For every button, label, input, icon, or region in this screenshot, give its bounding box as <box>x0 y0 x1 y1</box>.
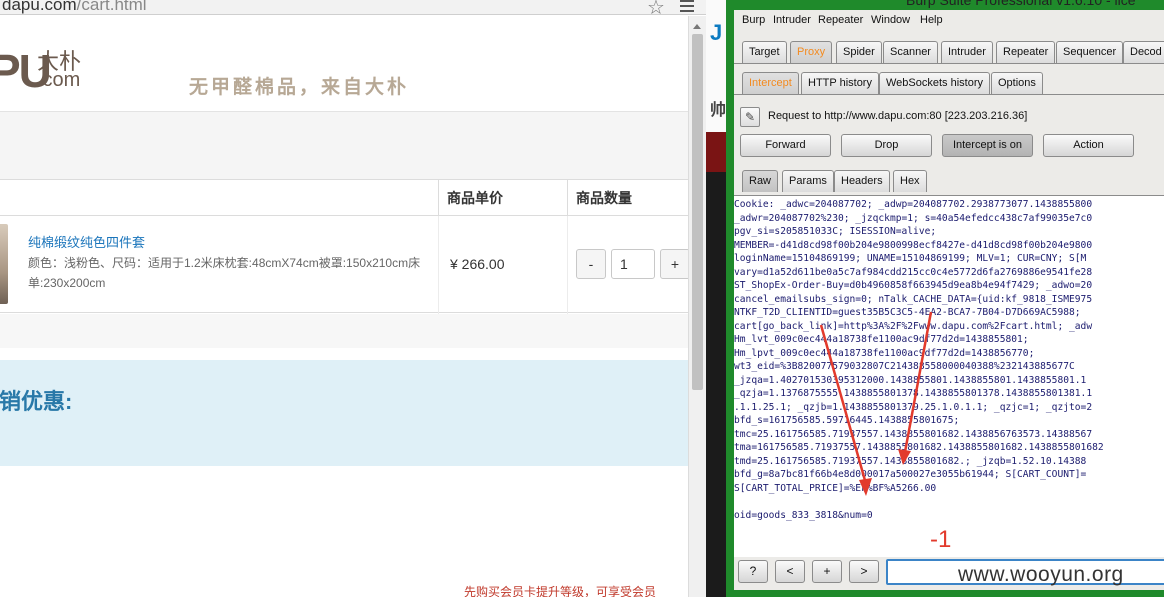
col-price-header: 商品单价 <box>447 190 503 206</box>
raw-line: cancel_emailsubs_sign=0; nTalk_CACHE_DAT… <box>734 293 1093 305</box>
tab-options[interactable]: Options <box>991 72 1043 94</box>
tab-underline <box>734 94 1164 95</box>
background-window-strip: J 帅 <box>706 0 726 597</box>
tab-decoder[interactable]: Decod <box>1123 41 1164 63</box>
address-url[interactable]: dapu.com/cart.html <box>2 0 147 15</box>
add-button[interactable]: + <box>812 560 842 583</box>
address-bar[interactable]: dapu.com/cart.html ☆ <box>0 0 706 19</box>
qty-increase-button[interactable]: + <box>660 249 688 279</box>
burp-window: Burp Suite Professional v1.6.10 - lice B… <box>726 0 1164 597</box>
tab-hex[interactable]: Hex <box>893 170 927 192</box>
raw-line: pgv_si=s205851033C; ISESSION=alive; <box>734 226 937 237</box>
product-name-link[interactable]: 纯棉缎纹纯色四件套 <box>28 232 145 251</box>
tab-intruder[interactable]: Intruder <box>941 41 993 63</box>
column-divider <box>567 216 568 314</box>
product-price: ¥ 266.00 <box>450 256 505 272</box>
raw-request-editor[interactable]: Cookie: _adwc=204087702; _adwp=204087702… <box>734 195 1164 557</box>
raw-line: _jzqa=1.402701530395312000.1438855801.14… <box>734 374 1087 386</box>
tab-websockets-history[interactable]: WebSockets history <box>879 72 991 94</box>
tab-intercept[interactable]: Intercept <box>742 72 799 94</box>
tab-proxy[interactable]: Proxy <box>790 41 833 63</box>
raw-line: Cookie: _adwc=204087702; _adwp=204087702… <box>734 199 1093 210</box>
address-host: dapu.com <box>2 0 77 14</box>
menu-intruder[interactable]: Intruder <box>773 14 811 26</box>
tab-spider[interactable]: Spider <box>836 41 882 63</box>
raw-line: vary=d1a52d611be0a5c7af984cdd215cc0c4e57… <box>734 266 1093 278</box>
column-divider <box>438 216 439 314</box>
action-button[interactable]: Action <box>1043 134 1134 157</box>
slogan: 无甲醛棉品，来自大朴 <box>189 77 410 98</box>
watermark-text: www.wooyun.org <box>958 563 1124 586</box>
promo-title: 销优惠: <box>0 389 73 414</box>
raw-line: S[CART_TOTAL_PRICE]=%EF%BF%A5266.00 <box>734 482 937 494</box>
background-cn: 帅 <box>710 102 727 119</box>
background-letter: J <box>710 20 723 45</box>
forward-button[interactable]: Forward <box>740 134 831 157</box>
qty-input[interactable]: 1 <box>611 249 655 279</box>
cart-table: 商品单价 商品数量 纯棉缎纹纯色四件套 颜色：浅粉色、尺码：适用于1.2米床枕套… <box>0 179 688 314</box>
help-button[interactable]: ? <box>738 560 768 583</box>
raw-line: Hm_lpvt_009c0ec444a18738fe1100ac9df77d2d… <box>734 347 1035 359</box>
promo-panel: 销优惠: <box>0 360 688 466</box>
menu-help[interactable]: Help <box>920 14 943 26</box>
raw-line: ST_ShopEx-Order-Buy=d0b4960858f663945d9e… <box>734 280 1093 291</box>
tab-repeater[interactable]: Repeater <box>996 41 1056 63</box>
raw-line: bfd_g=8a7bc81f66b4e8d000017a500027e3055b… <box>734 469 1087 480</box>
tab-sequencer[interactable]: Sequencer <box>1056 41 1124 63</box>
tab-http-history[interactable]: HTTP history <box>801 72 879 94</box>
next-button[interactable]: > <box>849 560 879 583</box>
burp-menubar: Burp Intruder Repeater Window Help <box>734 10 1164 32</box>
raw-line: NTKF_T2D_CLIENTID=guest35B5C3C5-4EA2-BCA… <box>734 307 1081 318</box>
burp-content: Burp Intruder Repeater Window Help Targe… <box>734 10 1164 590</box>
tab-target[interactable]: Target <box>742 41 787 63</box>
menu-burp[interactable]: Burp <box>742 14 765 26</box>
raw-line: tmc=25.161756585.71937557.1438855801682.… <box>734 428 1093 440</box>
request-target: Request to http://www.dapu.com:80 [223.2… <box>768 110 1028 122</box>
spacer-band <box>0 314 688 348</box>
page-scrollbar[interactable] <box>688 16 706 597</box>
col-qty-header: 商品数量 <box>576 190 632 206</box>
menu-repeater[interactable]: Repeater <box>818 14 863 26</box>
tab-headers[interactable]: Headers <box>834 170 890 192</box>
product-spec: 颜色：浅粉色、尺码：适用于1.2米床枕套:48cmX74cm被罩:150x210… <box>28 256 421 290</box>
scroll-up-icon[interactable] <box>693 24 701 29</box>
menu-window[interactable]: Window <box>871 14 910 26</box>
logo-com: .com <box>37 69 81 91</box>
burp-title: Burp Suite Professional v1.6.10 - lice <box>906 0 1136 8</box>
raw-line: MEMBER=-d41d8cd98f00b204e9800998ecf8427e… <box>734 239 1093 251</box>
web-page: PU 大朴 .com 无甲醛棉品，来自大朴 商品单价 商品数量 纯棉缎纹纯色四件… <box>0 16 688 597</box>
member-note[interactable]: 先购买会员卡提升等级，可享受会员 <box>464 583 656 597</box>
edit-pencil-icon[interactable]: ✎ <box>740 107 760 127</box>
tab-underline <box>734 63 1164 64</box>
raw-line: loginName=15104869199; UNAME=15104869199… <box>734 253 1087 264</box>
raw-line: bfd_s=161756585.59716445.1438855801675; <box>734 415 960 426</box>
intercept-toggle-button[interactable]: Intercept is on <box>942 134 1033 157</box>
raw-line: Hm_lvt_009c0ec444a18738fe1100ac9df77d2d=… <box>734 334 1029 345</box>
hamburger-menu-icon[interactable] <box>680 0 694 15</box>
raw-line: cart[go_back_link]=http%3A%2F%2Fwww.dapu… <box>734 320 1093 332</box>
drop-button[interactable]: Drop <box>841 134 932 157</box>
address-path: /cart.html <box>76 0 147 14</box>
qty-decrease-button[interactable]: - <box>576 249 606 279</box>
tab-scanner[interactable]: Scanner <box>883 41 938 63</box>
raw-line: .1.1.25.1; _qzjb=1.1438855801379.25.1.0.… <box>734 401 1093 413</box>
raw-line: wt3_eid=%3B820077579032807C2143885580000… <box>734 361 1075 372</box>
raw-line: tma=161756585.71937557.1438855801682.143… <box>734 442 1104 453</box>
raw-line: oid=goods_833_3818&num=0 <box>734 509 873 521</box>
tab-raw[interactable]: Raw <box>742 170 779 192</box>
tab-params[interactable]: Params <box>782 170 834 192</box>
browser-window: dapu.com/cart.html ☆ PU 大朴 .com 无甲醛棉品，来自… <box>0 0 706 597</box>
annotation-label: -1 <box>930 526 952 553</box>
steps-band <box>0 112 688 179</box>
scroll-thumb[interactable] <box>692 34 703 390</box>
table-header: 商品单价 商品数量 <box>0 180 688 216</box>
background-red-block <box>706 132 726 172</box>
product-thumbnail[interactable] <box>0 224 8 304</box>
raw-line: _qzja=1.1376875555.1438855801378.1438855… <box>734 388 1093 399</box>
prev-button[interactable]: < <box>775 560 805 583</box>
raw-line: tmd=25.161756585.71937557.1438855801682.… <box>734 455 1087 467</box>
raw-line: _adwr=204087702%230; _jzqckmp=1; s=40a54… <box>734 212 1093 224</box>
